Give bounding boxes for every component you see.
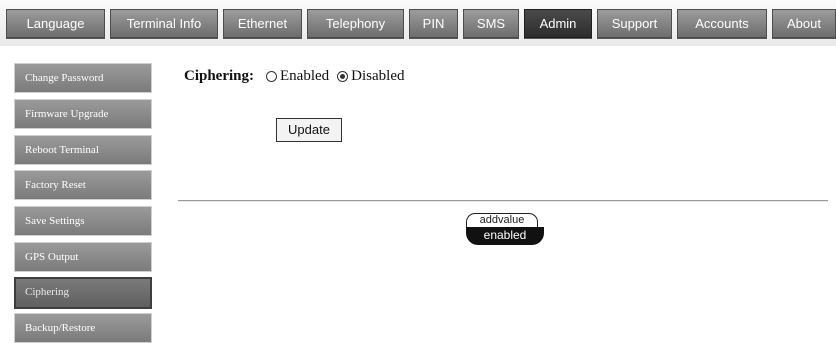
ciphering-label: Ciphering: — [184, 67, 255, 84]
tab-pin[interactable]: PIN — [409, 9, 458, 38]
sidebar-item-backup-restore[interactable]: Backup/Restore — [14, 313, 152, 343]
ciphering-setting: Ciphering: Enabled Disabled — [184, 65, 413, 87]
ciphering-disabled-radio[interactable] — [337, 70, 349, 82]
ciphering-enabled-option[interactable]: Enabled — [266, 68, 329, 85]
tab-accounts[interactable]: Accounts — [677, 9, 767, 38]
tab-language[interactable]: Language — [6, 9, 105, 38]
tab-about[interactable]: About — [772, 9, 836, 38]
sidebar-item-reboot-terminal[interactable]: Reboot Terminal — [14, 135, 152, 165]
top-navigation: Language Terminal Info Ethernet Telephon… — [0, 0, 836, 46]
ciphering-disabled-option[interactable]: Disabled — [337, 67, 405, 85]
tab-terminal-info[interactable]: Terminal Info — [110, 9, 218, 38]
tab-telephony[interactable]: Telephony — [307, 9, 404, 38]
sidebar-item-ciphering[interactable]: Ciphering — [14, 277, 152, 309]
addvalue-logo: addvalue enabled — [466, 213, 544, 247]
tab-ethernet[interactable]: Ethernet — [223, 9, 302, 38]
tab-support[interactable]: Support — [597, 9, 672, 38]
ciphering-disabled-label: Disabled — [351, 67, 405, 84]
logo-line-bottom: enabled — [466, 227, 544, 245]
sidebar-item-save-settings[interactable]: Save Settings — [14, 206, 152, 236]
sidebar-item-firmware-upgrade[interactable]: Firmware Upgrade — [14, 99, 152, 129]
ciphering-enabled-label: Enabled — [280, 67, 330, 84]
logo-line-top: addvalue — [466, 213, 538, 227]
sidebar-item-change-password[interactable]: Change Password — [14, 63, 152, 93]
tab-sms[interactable]: SMS — [463, 9, 519, 38]
sidebar-item-factory-reset[interactable]: Factory Reset — [14, 170, 152, 200]
ciphering-enabled-radio[interactable] — [266, 70, 278, 82]
tab-admin[interactable]: Admin — [524, 9, 592, 38]
sidebar-item-gps-output[interactable]: GPS Output — [14, 242, 152, 272]
divider — [178, 200, 828, 202]
update-button[interactable]: Update — [276, 118, 342, 142]
